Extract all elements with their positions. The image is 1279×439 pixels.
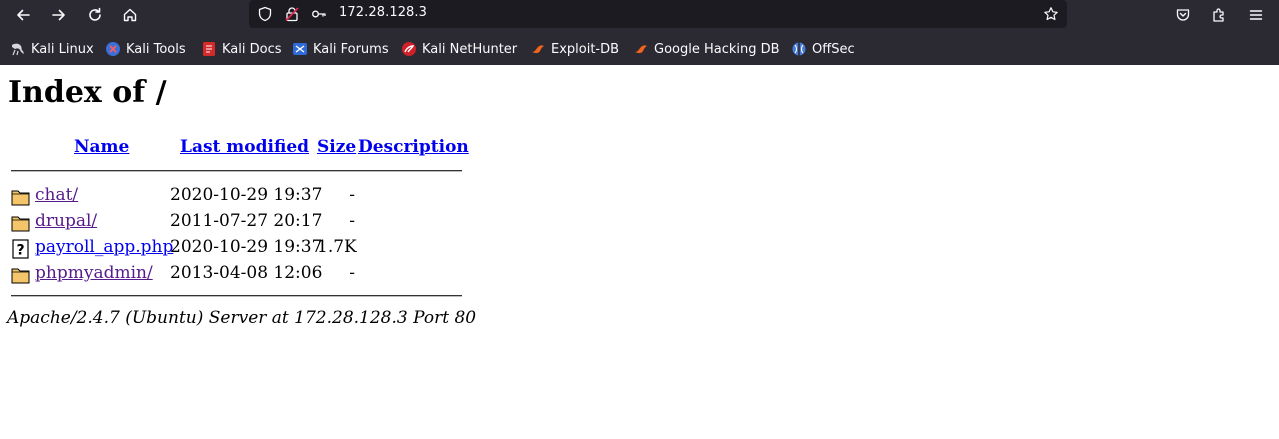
- table-row: drupal/ 2011-07-27 20:17 -: [11, 211, 471, 233]
- column-header-description[interactable]: Description: [358, 137, 469, 157]
- column-header-last-modified[interactable]: Last modified: [180, 137, 309, 157]
- entry-link[interactable]: payroll_app.php: [35, 237, 173, 257]
- navigation-toolbar: 172.28.128.3: [0, 0, 1279, 30]
- pocket-icon: [1176, 9, 1190, 21]
- bookmark-kali-tools[interactable]: Kali Tools: [105, 39, 186, 59]
- bookmark-kali-docs[interactable]: Kali Docs: [201, 39, 282, 59]
- bookmark-kali-forums[interactable]: Kali Forums: [292, 39, 389, 59]
- pocket-button[interactable]: [1170, 2, 1196, 28]
- table-row: chat/ 2020-10-29 19:37 -: [11, 185, 471, 207]
- page-title: Index of /: [8, 75, 167, 110]
- ghdb-icon: [633, 41, 649, 57]
- tracking-protection-shield-icon[interactable]: [257, 6, 273, 22]
- bookmark-google-hacking-db[interactable]: Google Hacking DB: [633, 39, 780, 59]
- back-button[interactable]: [10, 2, 36, 28]
- unknown-file-icon: ?: [11, 239, 31, 259]
- offsec-icon: [791, 41, 807, 57]
- exploit-db-icon: [530, 41, 546, 57]
- home-icon: [123, 8, 137, 22]
- page-content: Index of / Name Last modified Size Descr…: [0, 65, 1279, 439]
- column-header-size[interactable]: Size: [317, 137, 356, 157]
- url-bar[interactable]: 172.28.128.3: [249, 0, 1067, 28]
- entry-size: 1.7K: [317, 237, 357, 257]
- header-divider: [11, 170, 462, 172]
- entry-last-modified: 2020-10-29 19:37: [170, 237, 323, 257]
- kali-dragon-icon: [10, 41, 26, 57]
- forward-button[interactable]: [46, 2, 72, 28]
- reload-icon: [89, 7, 101, 21]
- bookmark-kali-nethunter[interactable]: Kali NetHunter: [401, 39, 517, 59]
- table-row: phpmyadmin/ 2013-04-08 12:06 -: [11, 263, 471, 285]
- url-text[interactable]: 172.28.128.3: [339, 5, 427, 20]
- table-row: ? payroll_app.php 2020-10-29 19:37 1.7K: [11, 237, 471, 259]
- kali-nethunter-icon: [401, 41, 417, 57]
- bookmarks-toolbar: Kali Linux Kali Tools Kali Docs Kali For…: [0, 36, 1279, 62]
- reload-button[interactable]: [82, 2, 108, 28]
- bookmark-offsec[interactable]: OffSec: [791, 39, 855, 59]
- entry-size: -: [349, 185, 355, 205]
- folder-icon: [11, 265, 31, 285]
- arrow-right-icon: [52, 9, 65, 21]
- app-menu-button[interactable]: [1243, 2, 1269, 28]
- hamburger-menu-icon: [1249, 10, 1263, 20]
- entry-size: -: [349, 263, 355, 283]
- home-button[interactable]: [117, 2, 143, 28]
- svg-text:?: ?: [16, 243, 24, 259]
- kali-tools-icon: [105, 41, 121, 57]
- footer-divider: [11, 295, 462, 297]
- bookmark-kali-linux[interactable]: Kali Linux: [10, 39, 94, 59]
- folder-icon: [11, 187, 31, 207]
- entry-last-modified: 2011-07-27 20:17: [170, 211, 323, 231]
- entry-last-modified: 2020-10-29 19:37: [170, 185, 323, 205]
- entry-link[interactable]: chat/: [35, 185, 78, 205]
- folder-icon: [11, 213, 31, 233]
- key-icon[interactable]: [311, 6, 327, 22]
- kali-docs-icon: [201, 41, 217, 57]
- bookmark-star-icon[interactable]: [1043, 6, 1059, 22]
- bookmark-exploit-db[interactable]: Exploit-DB: [530, 39, 619, 59]
- extensions-button[interactable]: [1206, 2, 1232, 28]
- entry-size: -: [349, 211, 355, 231]
- browser-chrome: 172.28.128.3 Kali Linux Kali Tools Kali …: [0, 0, 1279, 65]
- entry-link[interactable]: phpmyadmin/: [35, 263, 153, 283]
- kali-forums-icon: [292, 41, 308, 57]
- insecure-lock-icon[interactable]: [284, 6, 300, 22]
- entry-link[interactable]: drupal/: [35, 211, 97, 231]
- entry-last-modified: 2013-04-08 12:06: [170, 263, 323, 283]
- server-signature: Apache/2.4.7 (Ubuntu) Server at 172.28.1…: [7, 308, 477, 328]
- puzzle-piece-icon: [1213, 8, 1224, 22]
- arrow-left-icon: [17, 9, 30, 21]
- column-header-name[interactable]: Name: [74, 137, 129, 157]
